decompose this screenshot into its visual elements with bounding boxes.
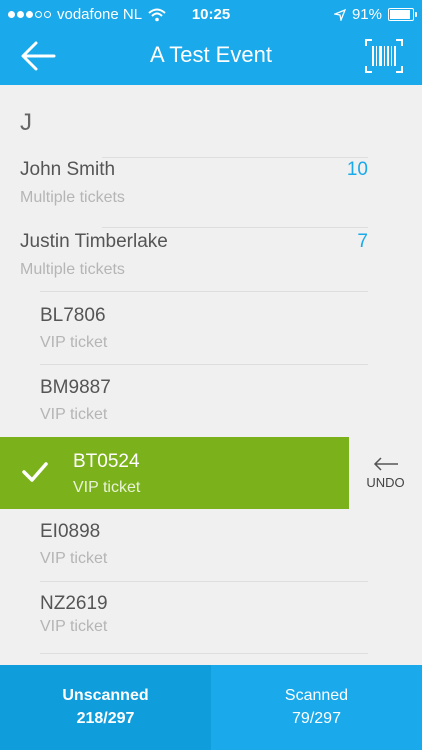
divider <box>40 653 368 654</box>
section-header: J <box>20 109 32 136</box>
barcode-scan-icon[interactable] <box>364 38 404 74</box>
list-item[interactable]: NZ2619 VIP ticket <box>0 581 422 653</box>
ticket-code: BM9887 <box>40 377 111 398</box>
attendee-name: John Smith <box>20 159 116 180</box>
ticket-code: BL7806 <box>40 305 106 326</box>
ticket-type: VIP ticket <box>40 618 108 635</box>
tab-label: Unscanned <box>62 687 149 704</box>
ticket-code: BT0524 <box>73 451 140 472</box>
ticket-type: VIP ticket <box>40 550 108 567</box>
battery-label: 91% <box>351 6 382 23</box>
divider <box>102 157 368 158</box>
list-item[interactable]: Justin Timberlake Multiple tickets 7 <box>0 227 422 299</box>
undo-label: UNDO <box>366 475 405 490</box>
ticket-type: Multiple tickets <box>20 261 125 278</box>
location-arrow-icon <box>333 8 346 21</box>
list-item-selected[interactable]: BT0524 VIP ticket <box>0 437 349 509</box>
status-bar: vodafone NL 10:25 91% <box>0 0 422 30</box>
tab-label: Scanned <box>284 687 349 704</box>
tab-scanned[interactable]: Scanned 79/297 <box>211 665 422 750</box>
nav-bar: A Test Event <box>0 30 422 85</box>
ticket-count: 10 <box>346 159 368 180</box>
list-item[interactable]: John Smith Multiple tickets 10 <box>0 155 422 227</box>
ticket-type: VIP ticket <box>40 406 108 423</box>
undo-button[interactable]: UNDO <box>349 437 422 509</box>
ticket-code: EI0898 <box>40 521 101 542</box>
battery-icon <box>388 8 417 21</box>
tab-count: 79/297 <box>292 710 341 727</box>
undo-arrow-icon <box>373 457 398 471</box>
ticket-count: 7 <box>357 231 368 252</box>
list-item[interactable]: BL7806 VIP ticket <box>0 293 422 365</box>
header: vodafone NL 10:25 91% A Test Event <box>0 0 422 85</box>
bottom-tab-bar: Unscanned 218/297 Scanned 79/297 <box>0 665 422 750</box>
ticket-type: Multiple tickets <box>20 189 125 206</box>
divider <box>40 291 368 292</box>
ticket-list[interactable]: J John Smith Multiple tickets 10 Justin … <box>0 85 422 665</box>
attendee-name: Justin Timberlake <box>20 231 168 252</box>
ticket-type: VIP ticket <box>73 479 141 496</box>
tab-count: 218/297 <box>76 710 135 727</box>
ticket-type: VIP ticket <box>40 334 108 351</box>
checkmark-icon <box>22 462 48 482</box>
list-item[interactable]: BM9887 VIP ticket <box>0 365 422 437</box>
list-item[interactable]: EI0898 VIP ticket <box>0 509 422 581</box>
page-title: A Test Event <box>150 42 272 67</box>
tab-unscanned[interactable]: Unscanned 218/297 <box>0 665 211 750</box>
ticket-code: NZ2619 <box>40 593 108 614</box>
